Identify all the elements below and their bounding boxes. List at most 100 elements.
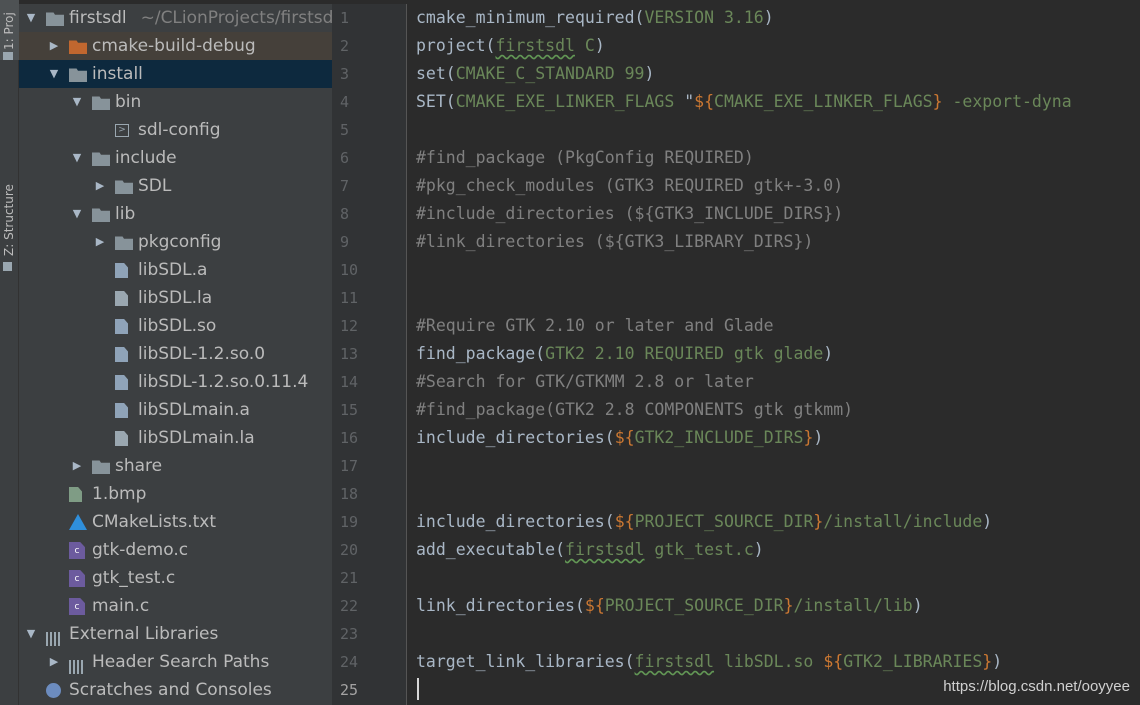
code-line[interactable]: #Search for GTK/GTKMM 2.8 or later bbox=[407, 368, 1140, 396]
chevron-down-icon[interactable]: ▼ bbox=[25, 4, 37, 32]
tree-item-label: libSDL-1.2.so.0.11.4 bbox=[138, 368, 308, 396]
tree-item-label: install bbox=[92, 60, 143, 88]
tree-item-label: CMakeLists.txt bbox=[92, 508, 216, 536]
code-token: -export-dyna bbox=[942, 92, 1072, 111]
chevron-right-icon[interactable]: ▶ bbox=[48, 32, 60, 60]
chevron-down-icon[interactable]: ▼ bbox=[71, 88, 83, 116]
tree-item[interactable]: 1.bmp bbox=[19, 480, 332, 508]
tree-item[interactable]: ▶ cmake-build-debug bbox=[19, 32, 332, 60]
chevron-right-icon[interactable]: ▶ bbox=[94, 228, 106, 256]
tree-item[interactable]: c main.c bbox=[19, 592, 332, 620]
tree-item[interactable]: libSDL-1.2.so.0.11.4 bbox=[19, 368, 332, 396]
tree-item-label: gtk_test.c bbox=[92, 564, 175, 592]
code-line[interactable]: target_link_libraries(firstsdl libSDL.so… bbox=[407, 648, 1140, 676]
tree-item-label: include bbox=[115, 144, 177, 172]
tree-item[interactable]: ▼ include bbox=[19, 144, 332, 172]
code-line[interactable]: #include_directories (${GTK3_INCLUDE_DIR… bbox=[407, 200, 1140, 228]
code-line[interactable]: set(CMAKE_C_STANDARD 99) bbox=[407, 60, 1140, 88]
code-line[interactable]: #link_directories (${GTK3_LIBRARY_DIRS}) bbox=[407, 228, 1140, 256]
tree-item[interactable]: ▶ SDL bbox=[19, 172, 332, 200]
code-line[interactable]: #find_package(GTK2 2.8 COMPONENTS gtk gt… bbox=[407, 396, 1140, 424]
chevron-down-icon[interactable]: ▼ bbox=[25, 620, 37, 648]
code-token: ) bbox=[763, 8, 774, 27]
tree-item[interactable]: ▼ install bbox=[19, 60, 332, 88]
tree-item[interactable]: ▼ lib bbox=[19, 200, 332, 228]
chevron-right-icon[interactable]: ▶ bbox=[48, 648, 60, 676]
unknown-file-icon bbox=[115, 319, 128, 334]
tree-item[interactable]: libSDLmain.a bbox=[19, 396, 332, 424]
code-line[interactable]: #find_package (PkgConfig REQUIRED) bbox=[407, 144, 1140, 172]
tree-item-text: libSDLmain.a bbox=[138, 400, 250, 420]
code-line[interactable]: include_directories(${GTK2_INCLUDE_DIRS}… bbox=[407, 424, 1140, 452]
tree-item-text: SDL bbox=[138, 176, 172, 196]
code-line[interactable]: ​ bbox=[407, 620, 1140, 648]
line-number: 12 bbox=[340, 317, 359, 335]
code-token: CMAKE_EXE_LINKER_FLAGS bbox=[455, 92, 685, 111]
code-line[interactable]: find_package(GTK2 2.10 REQUIRED gtk glad… bbox=[407, 340, 1140, 368]
tree-item-label: gtk-demo.c bbox=[92, 536, 188, 564]
code-token: #find_package (PkgConfig REQUIRED) bbox=[416, 148, 754, 167]
line-number: 13 bbox=[340, 345, 359, 363]
tree-item[interactable]: CMakeLists.txt bbox=[19, 508, 332, 536]
tree-item[interactable]: ▶ pkgconfig bbox=[19, 228, 332, 256]
structure-icon bbox=[3, 262, 12, 271]
code-line[interactable]: #pkg_check_modules (GTK3 REQUIRED gtk+-3… bbox=[407, 172, 1140, 200]
line-number: 20 bbox=[340, 541, 359, 559]
project-tool-tab[interactable]: 1: Proj bbox=[0, 0, 19, 60]
project-tab-label: 1: Proj bbox=[2, 12, 16, 50]
code-line[interactable]: ​ bbox=[407, 116, 1140, 144]
line-number: 8 bbox=[340, 205, 350, 223]
project-tree[interactable]: ▼ firstsdl ~/CLionProjects/firstsd ▶ cmake-b… bbox=[19, 4, 332, 705]
code-line[interactable]: project(firstsdl C) bbox=[407, 32, 1140, 60]
tree-item-label: libSDL.la bbox=[138, 284, 212, 312]
code-line[interactable]: include_directories(${PROJECT_SOURCE_DIR… bbox=[407, 508, 1140, 536]
line-number-gutter[interactable]: 1 2 3 4 5 6 7 8 9 10 11 12 13 14 15 16 17 18 19 20 21 22 23 24 2… bbox=[332, 4, 407, 705]
tree-item-label: libSDLmain.la bbox=[138, 424, 255, 452]
chevron-right-icon[interactable]: ▶ bbox=[94, 172, 106, 200]
tree-item[interactable]: ▼ firstsdl ~/CLionProjects/firstsd bbox=[19, 4, 332, 32]
tree-item[interactable]: c gtk_test.c bbox=[19, 564, 332, 592]
tool-window-stripe: 1: Proj Z: Structure bbox=[0, 0, 19, 705]
project-path-hint: ~/CLionProjects/firstsd bbox=[140, 8, 332, 28]
line-number: 6 bbox=[340, 149, 350, 167]
folder-icon bbox=[92, 152, 110, 166]
line-number: 19 bbox=[340, 513, 359, 531]
chevron-right-icon[interactable]: ▶ bbox=[71, 452, 83, 480]
code-line[interactable]: ​ bbox=[407, 284, 1140, 312]
chevron-down-icon[interactable]: ▼ bbox=[48, 60, 60, 88]
code-editor[interactable]: cmake_minimum_required(VERSION 3.16) proj… bbox=[407, 4, 1140, 705]
tree-item[interactable]: libSDLmain.la bbox=[19, 424, 332, 452]
tree-item[interactable]: ▼ External Libraries bbox=[19, 620, 332, 648]
line-number: 16 bbox=[340, 429, 359, 447]
unknown-file-icon bbox=[115, 375, 128, 390]
tree-item[interactable]: ▶ share bbox=[19, 452, 332, 480]
code-line[interactable]: cmake_minimum_required(VERSION 3.16) bbox=[407, 4, 1140, 32]
code-line[interactable]: add_executable(firstsdl gtk_test.c) bbox=[407, 536, 1140, 564]
code-line[interactable]: ​ bbox=[407, 564, 1140, 592]
code-token: /install/include bbox=[823, 512, 983, 531]
code-token: } bbox=[932, 92, 943, 111]
code-line[interactable]: ​ bbox=[407, 452, 1140, 480]
code-line[interactable]: link_directories(${PROJECT_SOURCE_DIR}/i… bbox=[407, 592, 1140, 620]
tree-item[interactable]: libSDL-1.2.so.0 bbox=[19, 340, 332, 368]
tree-item[interactable]: > sdl-config bbox=[19, 116, 332, 144]
tree-item[interactable]: libSDL.so bbox=[19, 312, 332, 340]
tree-item[interactable]: ▼ bin bbox=[19, 88, 332, 116]
tree-item[interactable]: ▶ Header Search Paths bbox=[19, 648, 332, 676]
code-line[interactable]: #Require GTK 2.10 or later and Glade bbox=[407, 312, 1140, 340]
tree-item-label: SDL bbox=[138, 172, 171, 200]
chevron-down-icon[interactable]: ▼ bbox=[71, 200, 83, 228]
code-line[interactable]: SET(CMAKE_EXE_LINKER_FLAGS "${CMAKE_EXE_… bbox=[407, 88, 1140, 116]
code-token: link_directories( bbox=[416, 596, 585, 615]
line-number: 23 bbox=[340, 625, 359, 643]
tree-item-text: install bbox=[92, 64, 143, 84]
tree-item[interactable]: libSDL.la bbox=[19, 284, 332, 312]
tree-item-text: cmake-build-debug bbox=[92, 36, 256, 56]
tree-item[interactable]: c gtk-demo.c bbox=[19, 536, 332, 564]
tree-item[interactable]: Scratches and Consoles bbox=[19, 676, 332, 704]
chevron-down-icon[interactable]: ▼ bbox=[71, 144, 83, 172]
code-line[interactable]: ​ bbox=[407, 480, 1140, 508]
structure-tool-tab[interactable]: Z: Structure bbox=[0, 86, 19, 271]
code-line[interactable]: ​ bbox=[407, 256, 1140, 284]
tree-item[interactable]: libSDL.a bbox=[19, 256, 332, 284]
